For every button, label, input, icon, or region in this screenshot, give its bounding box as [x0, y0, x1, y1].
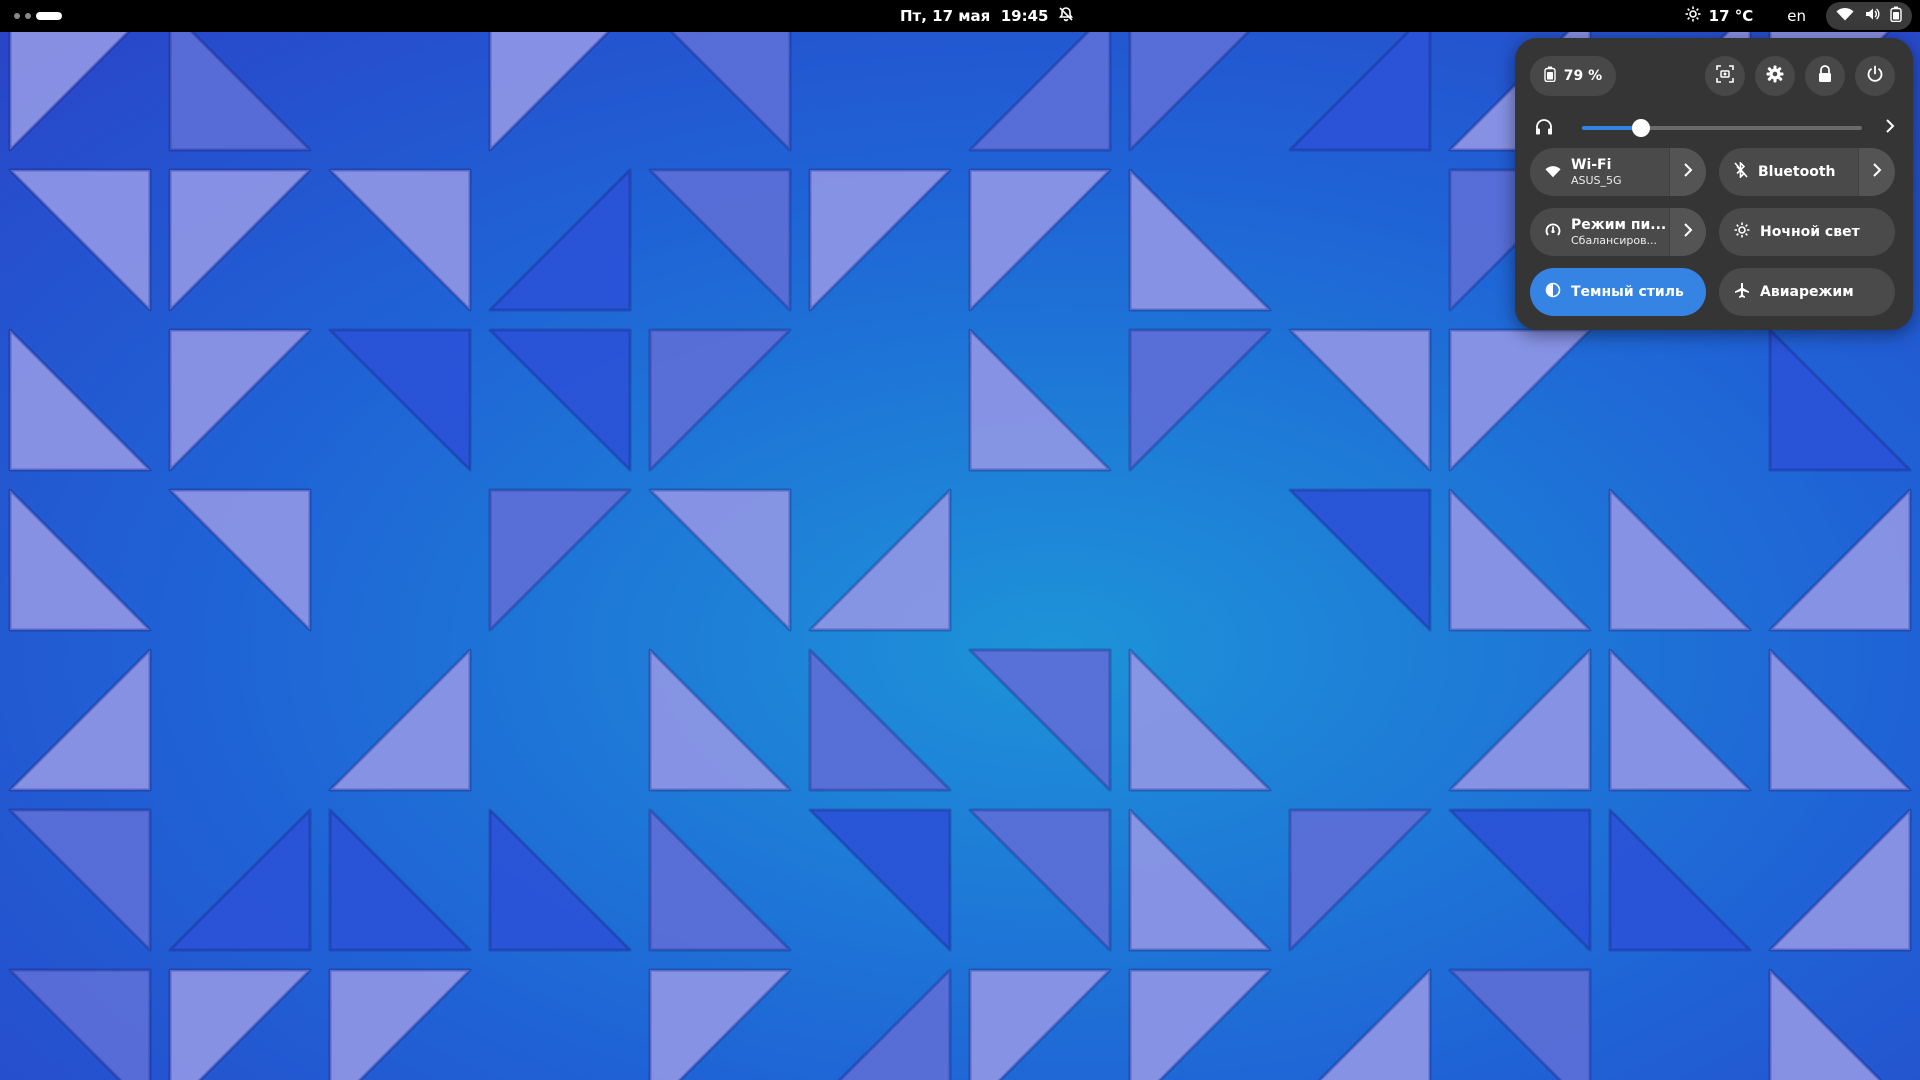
power-mode-toggle-button[interactable]: Режим пи... Сбалансиров... [1530, 208, 1669, 256]
dark-style-toggle[interactable]: Темный стиль [1530, 268, 1706, 316]
workspace-indicator[interactable] [14, 13, 20, 19]
power-mode-subtitle: Сбалансиров... [1571, 233, 1658, 247]
dark-mode-icon [1545, 282, 1561, 302]
airplane-icon [1734, 282, 1750, 302]
notifications-disabled-icon [1058, 6, 1074, 26]
headphones-icon[interactable] [1535, 118, 1553, 140]
activities-button[interactable] [14, 10, 62, 22]
airplane-mode-toggle-button[interactable]: Авиарежим [1719, 268, 1895, 316]
power-mode-toggle[interactable]: Режим пи... Сбалансиров... [1530, 208, 1706, 256]
bluetooth-toggle[interactable]: Bluetooth [1719, 148, 1895, 196]
power-mode-menu-button[interactable] [1669, 208, 1706, 256]
top-bar: Пт, 17 мая 19:45 17 °C en [0, 0, 1920, 32]
battery-icon [1544, 66, 1556, 86]
clock-button[interactable]: Пт, 17 мая 19:45 [900, 0, 1074, 32]
screenshot-button[interactable] [1705, 56, 1745, 96]
wifi-icon [1545, 163, 1561, 182]
chevron-right-icon [1872, 162, 1882, 182]
wifi-menu-button[interactable] [1669, 148, 1706, 196]
wifi-title: Wi-Fi [1571, 156, 1612, 173]
battery-button[interactable]: 79 % [1530, 56, 1616, 96]
wifi-icon [1836, 7, 1854, 25]
volume-icon [1864, 6, 1880, 26]
workspace-indicator-active[interactable] [36, 12, 62, 20]
battery-percentage: 79 % [1563, 68, 1603, 84]
workspace-indicator[interactable] [25, 13, 31, 19]
night-light-title: Ночной свет [1760, 223, 1860, 240]
battery-icon [1890, 6, 1902, 26]
night-light-toggle[interactable]: Ночной свет [1719, 208, 1895, 256]
chevron-right-icon [1683, 162, 1693, 182]
volume-row [1530, 108, 1900, 148]
wifi-toggle-button[interactable]: Wi-Fi ASUS_5G [1530, 148, 1669, 196]
weather-indicator[interactable]: 17 °C [1685, 6, 1754, 26]
dark-style-toggle-button[interactable]: Темный стиль [1530, 268, 1706, 316]
gear-icon [1766, 65, 1784, 87]
night-light-toggle-button[interactable]: Ночной свет [1719, 208, 1895, 256]
quick-settings-menu: 79 % Wi-Fi ASUS_5G Bluetooth Режим пи...… [1515, 38, 1913, 330]
keyboard-layout-label: en [1787, 7, 1806, 25]
settings-button[interactable] [1755, 56, 1795, 96]
lock-screen-button[interactable] [1805, 56, 1845, 96]
bluetooth-title: Bluetooth [1758, 163, 1836, 180]
dark-style-title: Темный стиль [1571, 283, 1684, 300]
system-status-menu-button[interactable] [1826, 2, 1912, 30]
lock-icon [1817, 65, 1833, 87]
weather-temperature: 17 °C [1708, 7, 1754, 25]
audio-output-menu-button[interactable] [1878, 116, 1902, 140]
volume-slider[interactable] [1582, 119, 1862, 137]
date-time: Пт, 17 мая 19:45 [900, 7, 1049, 25]
power-mode-title: Режим пи... [1571, 216, 1667, 233]
wifi-network-name: ASUS_5G [1571, 173, 1622, 187]
night-light-icon [1734, 222, 1750, 242]
bluetooth-menu-button[interactable] [1858, 148, 1895, 196]
power-button[interactable] [1855, 56, 1895, 96]
airplane-mode-title: Авиарежим [1760, 283, 1854, 300]
bluetooth-disabled-icon [1734, 161, 1748, 182]
bluetooth-toggle-button[interactable]: Bluetooth [1719, 148, 1858, 196]
volume-slider-handle[interactable] [1631, 119, 1650, 137]
airplane-mode-toggle[interactable]: Авиарежим [1719, 268, 1895, 316]
power-icon [1866, 65, 1884, 87]
wifi-toggle[interactable]: Wi-Fi ASUS_5G [1530, 148, 1706, 196]
power-profile-balanced-icon [1545, 222, 1561, 242]
keyboard-layout-indicator[interactable]: en [1787, 7, 1806, 25]
screenshot-icon [1716, 65, 1734, 87]
chevron-right-icon [1885, 118, 1895, 138]
sun-icon [1685, 6, 1701, 26]
chevron-right-icon [1683, 222, 1693, 242]
